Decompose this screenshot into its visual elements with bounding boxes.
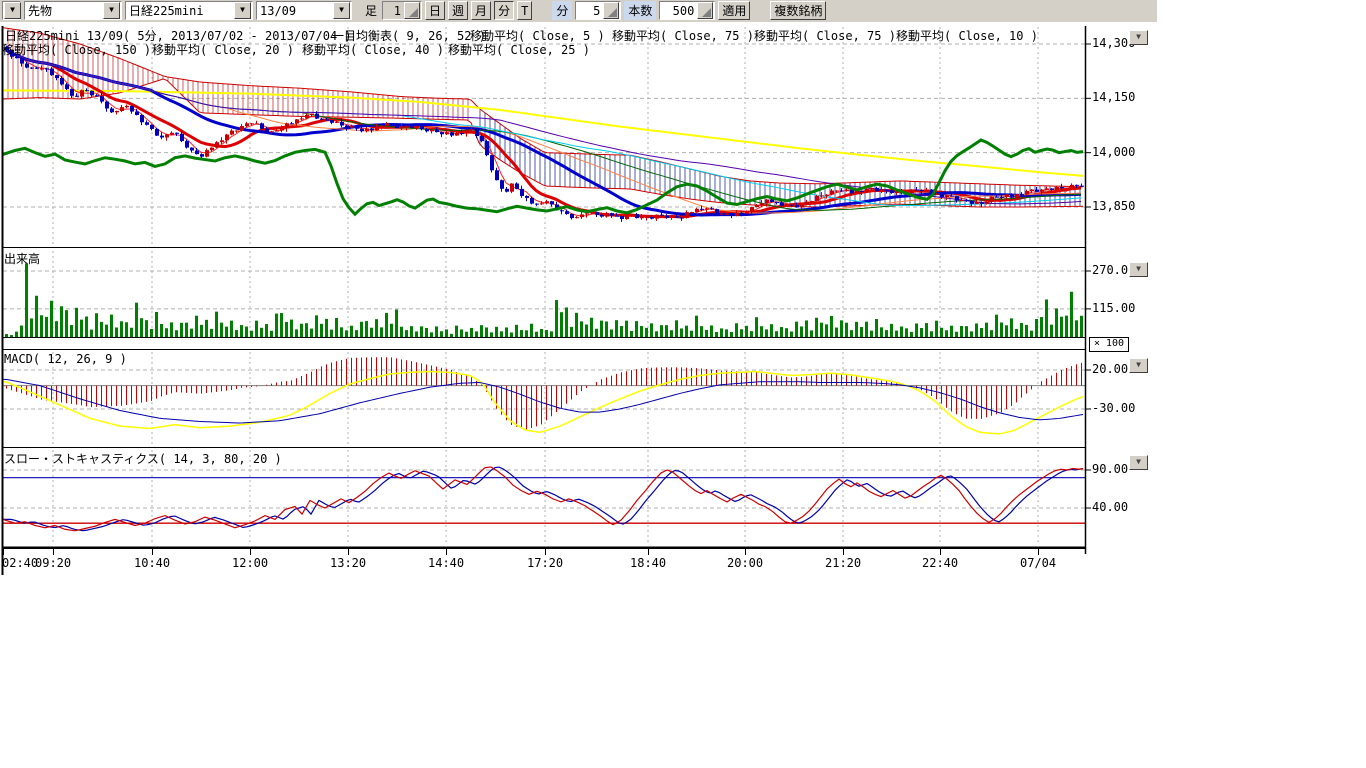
time-axis-label: 07/04 [1020, 556, 1056, 570]
toolbar: ▼ 先物 ▼ 日経225mini ▼ 13/09 ▼ 足 1 日 週 月 分 T… [0, 0, 1157, 22]
chevron-down-icon: ▼ [1136, 32, 1141, 41]
stochastics-panel [3, 467, 1085, 531]
bar-interval-value: 1 [383, 4, 403, 18]
period-week-button[interactable]: 週 [448, 1, 468, 20]
chevron-down-icon: ▼ [103, 2, 120, 19]
contract-month-value: 13/09 [257, 4, 332, 18]
period-day-button[interactable]: 日 [425, 1, 445, 20]
legend-item: 移動平均( Close, 25 ) [448, 41, 590, 58]
time-axis-label: 20:00 [727, 556, 763, 570]
period-tick-button[interactable]: T [517, 1, 532, 20]
period-month-button[interactable]: 月 [471, 1, 491, 20]
instrument-type-select[interactable]: 先物 ▼ [24, 1, 122, 20]
legend-item: 移動平均( Close, 20 ) [152, 41, 294, 58]
time-axis-label: 17:20 [527, 556, 563, 570]
time-axis-label: 12:00 [232, 556, 268, 570]
macd-axis-label: 20.00 [1092, 362, 1128, 376]
time-axis-label: 14:40 [428, 556, 464, 570]
chart-canvas[interactable] [0, 0, 1147, 580]
legend-item: 移動平均( Close, 10 ) [896, 27, 1038, 44]
price-axis-label: 13,850 [1092, 199, 1135, 213]
spin-icon[interactable] [603, 2, 619, 19]
stoch-axis-label: 40.00 [1092, 500, 1128, 514]
price-axis-label: 14,000 [1092, 145, 1135, 159]
chevron-down-icon: ▼ [4, 2, 21, 19]
macd-axis-label: -30.00 [1092, 401, 1135, 415]
chart-application: ▼ 先物 ▼ 日経225mini ▼ 13/09 ▼ 足 1 日 週 月 分 T… [0, 0, 1366, 768]
price-axis-label: 14,150 [1092, 90, 1135, 104]
instrument-select[interactable]: 日経225mini ▼ [125, 1, 253, 20]
count-value: 500 [660, 4, 696, 18]
spin-icon[interactable] [404, 2, 420, 19]
volume-axis-label: 115.00 [1092, 301, 1135, 315]
time-axis-label: 02:40 [2, 556, 38, 570]
apply-button[interactable]: 適用 [718, 1, 750, 20]
multi-symbol-button[interactable]: 複数銘柄 [770, 1, 826, 20]
time-axis-label: 18:40 [630, 556, 666, 570]
chevron-down-icon: ▼ [234, 2, 251, 19]
panel-menu-button[interactable]: ▼ [1129, 30, 1148, 45]
minute-label: 分 [552, 1, 572, 20]
panel-menu-button[interactable]: ▼ [1129, 358, 1148, 373]
count-label: 本数 [624, 1, 656, 20]
macd-panel-label: MACD( 12, 26, 9 ) [4, 352, 127, 366]
minute-spinner[interactable]: 5 [575, 1, 621, 20]
time-axis-label: 13:20 [330, 556, 366, 570]
gridlines [3, 27, 1085, 545]
stoch-axis-label: 90.00 [1092, 462, 1128, 476]
chevron-down-icon: ▼ [1136, 264, 1141, 273]
volume-multiplier-badge: × 100 [1089, 337, 1129, 352]
legend-item: 移動平均( Close, 40 ) [302, 41, 444, 58]
legend-item: 移動平均( Close, 75 ) [754, 27, 896, 44]
time-axis-label: 22:40 [922, 556, 958, 570]
chevron-down-icon: ▼ [1136, 457, 1141, 466]
stochastics-panel-label: スロー・ストキャスティクス( 14, 3, 80, 20 ) [4, 450, 282, 467]
volume-panel-label: 出来高 [4, 250, 40, 267]
time-axis-label: 10:40 [134, 556, 170, 570]
contract-month-select[interactable]: 13/09 ▼ [256, 1, 352, 20]
time-axis-label: 21:20 [825, 556, 861, 570]
panel-menu-button[interactable]: ▼ [1129, 262, 1148, 277]
count-spinner[interactable]: 500 [659, 1, 715, 20]
bar-interval-spinner[interactable]: 1 [382, 1, 422, 20]
time-axis-label: 09:20 [35, 556, 71, 570]
legend-item: 移動平均( Close, 150 ) [2, 41, 151, 58]
panel-menu-button[interactable]: ▼ [1129, 455, 1148, 470]
period-minute-button[interactable]: 分 [494, 1, 514, 20]
bar-type-label: 足 [363, 2, 379, 19]
chart-frame [2, 26, 1091, 575]
instrument-value: 日経225mini [126, 2, 233, 19]
minute-value: 5 [576, 4, 602, 18]
legend-item: 移動平均( Close, 75 ) [612, 27, 754, 44]
macd-panel [3, 357, 1085, 434]
instrument-type-value: 先物 [25, 2, 102, 19]
chevron-down-icon: ▼ [1136, 360, 1141, 369]
corner-dropdown[interactable]: ▼ [2, 1, 21, 20]
chevron-down-icon: ▼ [333, 2, 350, 19]
volume-panel [3, 263, 1085, 337]
spin-icon[interactable] [697, 2, 713, 19]
